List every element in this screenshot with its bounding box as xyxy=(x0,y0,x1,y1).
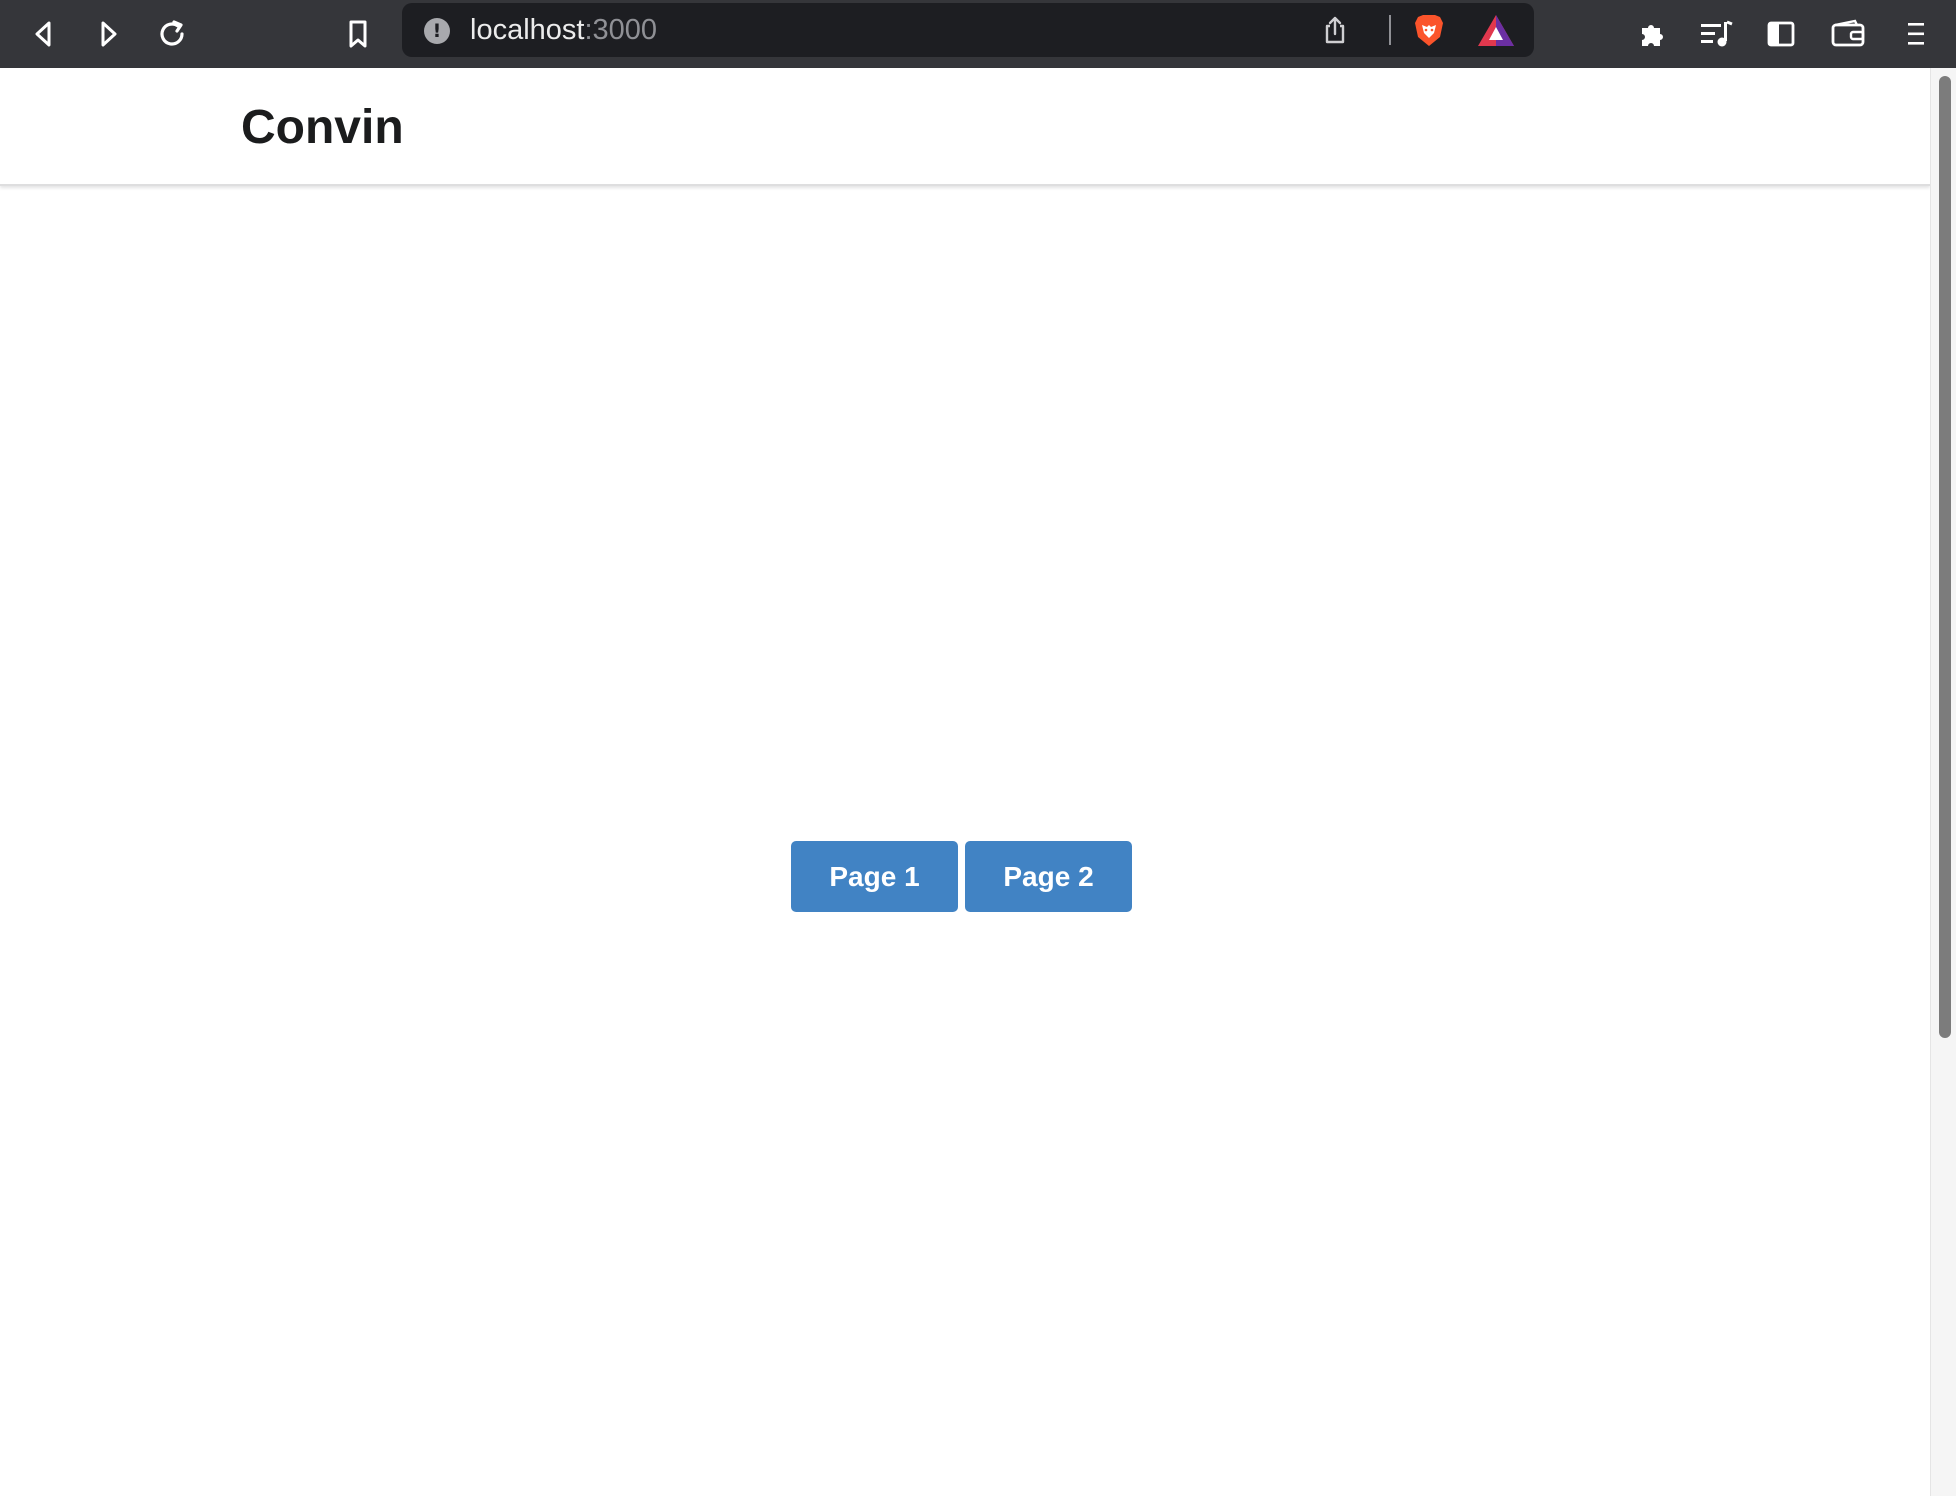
page-2-button[interactable]: Page 2 xyxy=(965,841,1132,912)
url-port: :3000 xyxy=(584,14,658,46)
bookmark-icon[interactable] xyxy=(334,10,382,58)
browser-toolbar: ! localhost:3000 xyxy=(0,0,1956,68)
page-1-button[interactable]: Page 1 xyxy=(791,841,958,912)
brand-title[interactable]: Convin xyxy=(241,98,404,158)
extensions-puzzle-icon[interactable] xyxy=(1628,10,1676,58)
url-text[interactable]: localhost:3000 xyxy=(470,14,657,46)
share-icon[interactable] xyxy=(1320,15,1350,45)
sidebar-icon[interactable] xyxy=(1757,10,1805,58)
wallet-icon[interactable] xyxy=(1824,10,1872,58)
address-bar[interactable]: ! localhost:3000 xyxy=(402,3,1534,57)
brave-shields-icon[interactable] xyxy=(1410,11,1448,49)
reload-icon[interactable] xyxy=(148,10,196,58)
page-viewport: Convin Page 1 Page 2 xyxy=(0,68,1930,1496)
top-menu-bar: Convin xyxy=(0,68,1930,186)
site-info-icon[interactable]: ! xyxy=(424,18,450,44)
url-host: localhost xyxy=(470,14,585,46)
back-arrow-icon[interactable] xyxy=(20,10,68,58)
vertical-scrollbar[interactable] xyxy=(1930,68,1956,1496)
forward-arrow-icon[interactable] xyxy=(84,10,132,58)
scrollbar-thumb[interactable] xyxy=(1939,76,1951,1038)
menu-icon[interactable] xyxy=(1892,10,1940,58)
reading-list-icon[interactable] xyxy=(1692,10,1740,58)
brave-rewards-icon[interactable] xyxy=(1476,13,1516,49)
address-bar-separator xyxy=(1389,15,1391,45)
